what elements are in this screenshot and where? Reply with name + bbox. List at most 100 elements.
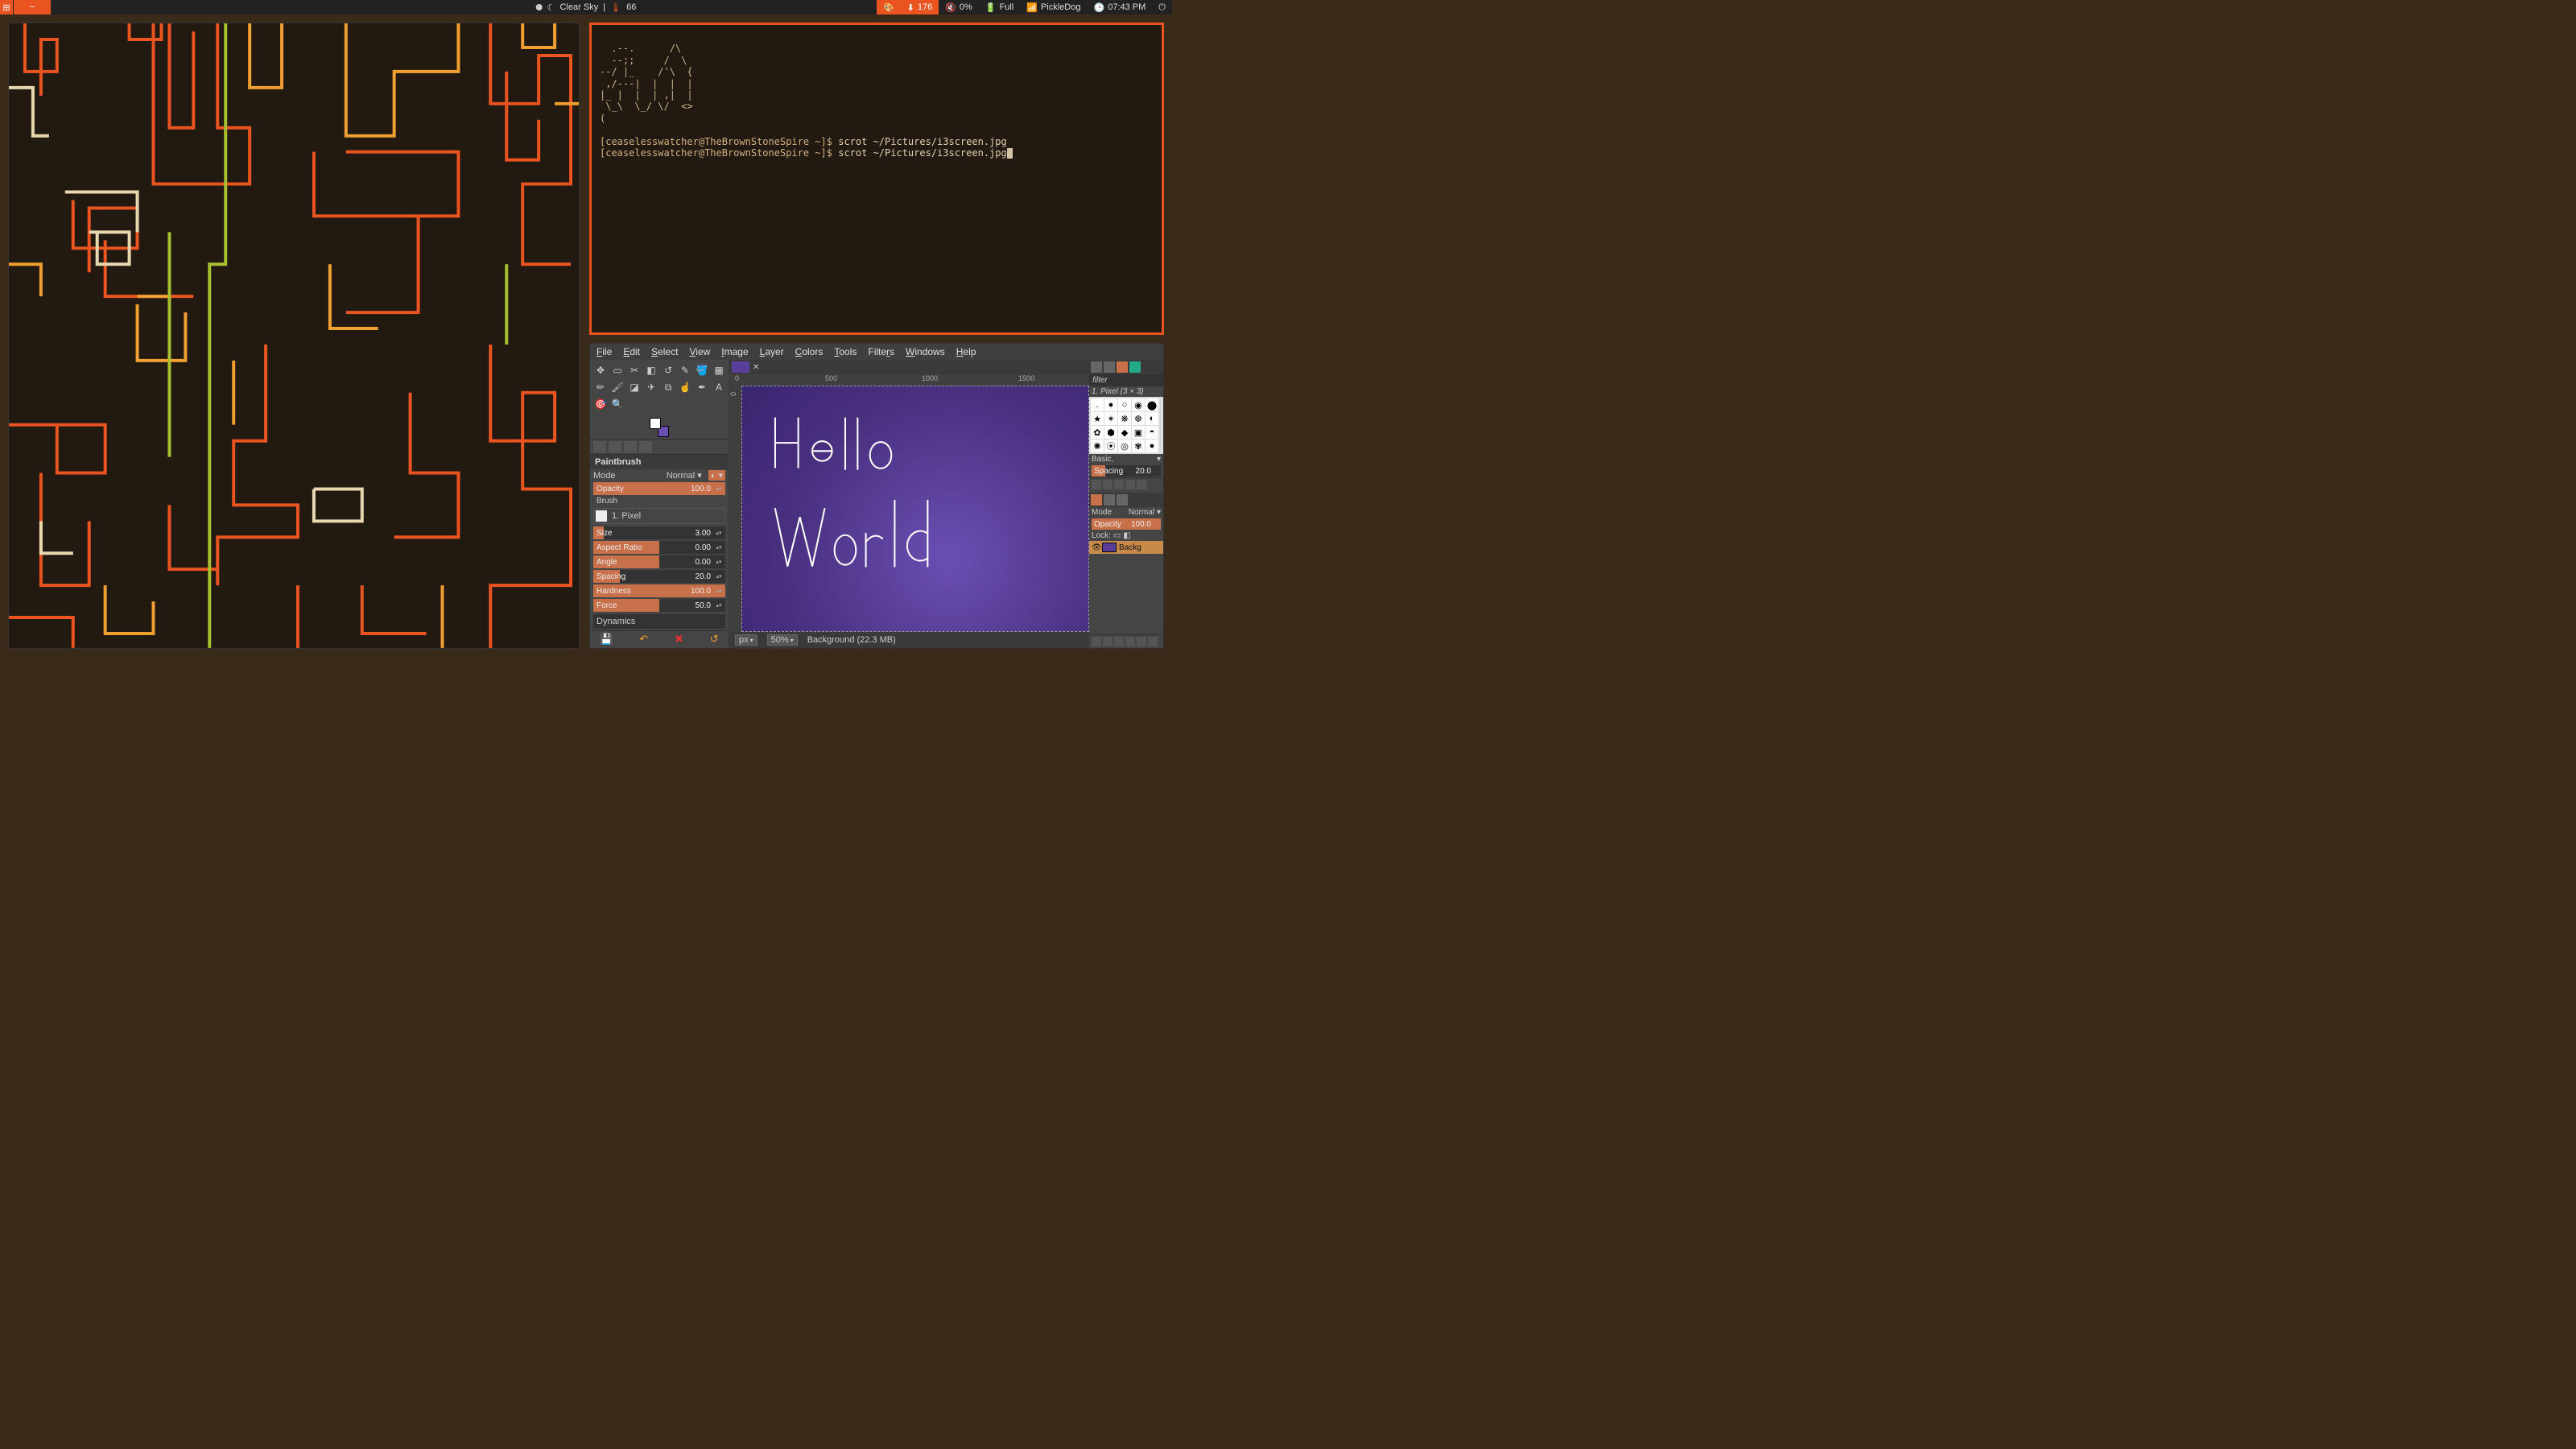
- clock-indicator[interactable]: 🕒 07:43 PM: [1088, 0, 1153, 14]
- gradient-tool-icon[interactable]: ▦: [712, 363, 726, 378]
- zoom-selector[interactable]: 50%▾: [767, 634, 798, 646]
- menu-colors[interactable]: Colors: [795, 346, 824, 357]
- spacing-stepper-icon[interactable]: ▴▾: [714, 570, 724, 583]
- tab-device-icon[interactable]: [609, 441, 621, 452]
- layers-tab-icon[interactable]: [1091, 494, 1102, 506]
- filter-label[interactable]: filter: [1089, 374, 1163, 386]
- spacing-slider[interactable]: Spacing 20.0 ▴▾: [593, 570, 725, 583]
- tab-images-icon[interactable]: [639, 441, 652, 452]
- menu-edit[interactable]: Edit: [623, 346, 640, 357]
- canvas[interactable]: [741, 386, 1089, 632]
- patterns-tab-icon[interactable]: [1104, 361, 1115, 373]
- layer-opacity-slider[interactable]: Opacity 100.0: [1092, 518, 1161, 530]
- crop-tool-icon[interactable]: ◧: [644, 363, 658, 378]
- aspect-stepper-icon[interactable]: ▴▾: [714, 541, 724, 554]
- terminal-window[interactable]: .--. /\ --;; / \ --/ |_ /'\ { ,/---| | |…: [589, 23, 1164, 335]
- layer-item[interactable]: 👁 Backg: [1089, 541, 1163, 554]
- menu-file[interactable]: File: [597, 346, 612, 357]
- raise-layer-icon[interactable]: [1103, 637, 1113, 646]
- menu-image[interactable]: Image: [721, 346, 748, 357]
- pencil-tool-icon[interactable]: ✏: [593, 380, 608, 394]
- channels-tab-icon[interactable]: [1104, 494, 1115, 506]
- image-tab[interactable]: [732, 361, 749, 373]
- paintbrush-tool-icon[interactable]: 🖌: [610, 380, 625, 394]
- text-tool-icon[interactable]: A: [712, 380, 726, 394]
- zoom-tool-icon[interactable]: 🔍: [610, 397, 625, 411]
- anchor-layer-icon[interactable]: [1137, 637, 1146, 646]
- picker-tool-icon[interactable]: 🎯: [593, 397, 608, 411]
- menu-layer[interactable]: Layer: [760, 346, 784, 357]
- lower-layer-icon[interactable]: [1114, 637, 1124, 646]
- edit-brush-icon[interactable]: [1092, 480, 1101, 489]
- workspace-1[interactable]: ⊞: [0, 0, 13, 14]
- clone-tool-icon[interactable]: ⧉: [661, 380, 675, 394]
- airbrush-tool-icon[interactable]: ✈: [644, 380, 658, 394]
- menu-tools[interactable]: Tools: [834, 346, 857, 357]
- move-tool-icon[interactable]: ✥: [593, 363, 608, 378]
- lock-pixels-icon[interactable]: ▭: [1113, 531, 1121, 540]
- unit-selector[interactable]: px▾: [735, 634, 758, 646]
- delete-preset-icon[interactable]: ✖: [675, 633, 683, 646]
- force-stepper-icon[interactable]: ▴▾: [714, 599, 724, 612]
- save-preset-icon[interactable]: 💾: [600, 633, 613, 646]
- angle-stepper-icon[interactable]: ▴▾: [714, 555, 724, 568]
- path-tool-icon[interactable]: ✒: [695, 380, 709, 394]
- right-spacing-slider[interactable]: Spacing 20.0: [1092, 465, 1161, 477]
- refresh-brush-icon[interactable]: [1137, 480, 1146, 489]
- warp-tool-icon[interactable]: ✎: [678, 363, 692, 378]
- size-slider[interactable]: Size 3.00 ▴▾: [593, 526, 725, 539]
- eraser-tool-icon[interactable]: ◪: [627, 380, 642, 394]
- opacity-stepper-icon[interactable]: ▴▾: [714, 482, 724, 495]
- opacity-slider[interactable]: Opacity 100.0 ▴▾: [593, 482, 725, 495]
- new-brush-icon[interactable]: [1103, 480, 1113, 489]
- dup-brush-icon[interactable]: [1114, 480, 1124, 489]
- tab-tool-options-icon[interactable]: [593, 441, 606, 452]
- visibility-icon[interactable]: 👁: [1092, 543, 1100, 552]
- mode-extra-icon[interactable]: ◐ ▾: [708, 470, 725, 481]
- undo-icon[interactable]: ↶: [639, 633, 648, 646]
- free-select-tool-icon[interactable]: ✂: [627, 363, 642, 378]
- fonts-tab-icon[interactable]: [1117, 361, 1128, 373]
- paths-tab-icon[interactable]: [1117, 494, 1128, 506]
- dynamics-expander[interactable]: Dynamics: [593, 614, 725, 629]
- transform-tool-icon[interactable]: ↺: [661, 363, 675, 378]
- color-picker-icon[interactable]: 🎨: [877, 0, 901, 14]
- tab-undo-icon[interactable]: [624, 441, 637, 452]
- menu-view[interactable]: View: [689, 346, 710, 357]
- volume-indicator[interactable]: 🔇 0%: [939, 0, 979, 14]
- aspect-slider[interactable]: Aspect Ratio 0.00 ▴▾: [593, 541, 725, 554]
- smudge-tool-icon[interactable]: ☝: [678, 380, 692, 394]
- lock-alpha-icon[interactable]: ◧: [1123, 531, 1130, 540]
- brushes-tab-icon[interactable]: [1091, 361, 1102, 373]
- menu-select[interactable]: Select: [651, 346, 678, 357]
- foreground-color[interactable]: [650, 418, 661, 429]
- delete-layer-icon[interactable]: [1148, 637, 1158, 646]
- command-2: scrot ~/Pictures/i3screen.jpg: [838, 147, 1007, 159]
- del-brush-icon[interactable]: [1125, 480, 1135, 489]
- angle-slider[interactable]: Angle 0.00 ▴▾: [593, 555, 725, 568]
- size-stepper-icon[interactable]: ▴▾: [714, 526, 724, 539]
- hardness-stepper-icon[interactable]: ▴▾: [714, 584, 724, 597]
- network-indicator[interactable]: 📶 PickleDog: [1020, 0, 1087, 14]
- power-button[interactable]: ⏻: [1152, 0, 1172, 14]
- brush-selector[interactable]: 1. Pixel: [593, 508, 725, 524]
- dup-layer-icon[interactable]: [1125, 637, 1135, 646]
- brush-preset-select[interactable]: Basic,▾: [1089, 454, 1163, 464]
- hardness-slider[interactable]: Hardness 100.0 ▴▾: [593, 584, 725, 597]
- new-layer-icon[interactable]: [1092, 637, 1101, 646]
- menu-help[interactable]: Help: [956, 346, 976, 357]
- layer-mode-select[interactable]: Mode Normal▾: [1089, 507, 1163, 518]
- menu-windows[interactable]: Windows: [906, 346, 945, 357]
- battery-indicator[interactable]: 🔋 Full: [979, 0, 1020, 14]
- brush-grid[interactable]: .●○◉⬤ ★✶❋❆◐ ✿⬢◆▣◓ ✺⦿◎✾●: [1089, 397, 1163, 454]
- close-tab-icon[interactable]: ✕: [753, 363, 759, 372]
- fg-bg-colors[interactable]: [650, 418, 669, 437]
- menu-filters[interactable]: Filters: [868, 346, 894, 357]
- history-tab-icon[interactable]: [1129, 361, 1141, 373]
- rect-select-tool-icon[interactable]: ▭: [610, 363, 625, 378]
- updates-indicator[interactable]: ⬇ 176: [901, 0, 939, 14]
- mode-value[interactable]: Normal ▾: [667, 470, 702, 481]
- bucket-tool-icon[interactable]: 🪣: [695, 363, 709, 378]
- force-slider[interactable]: Force 50.0 ▴▾: [593, 599, 725, 612]
- reset-icon[interactable]: ↺: [710, 633, 719, 646]
